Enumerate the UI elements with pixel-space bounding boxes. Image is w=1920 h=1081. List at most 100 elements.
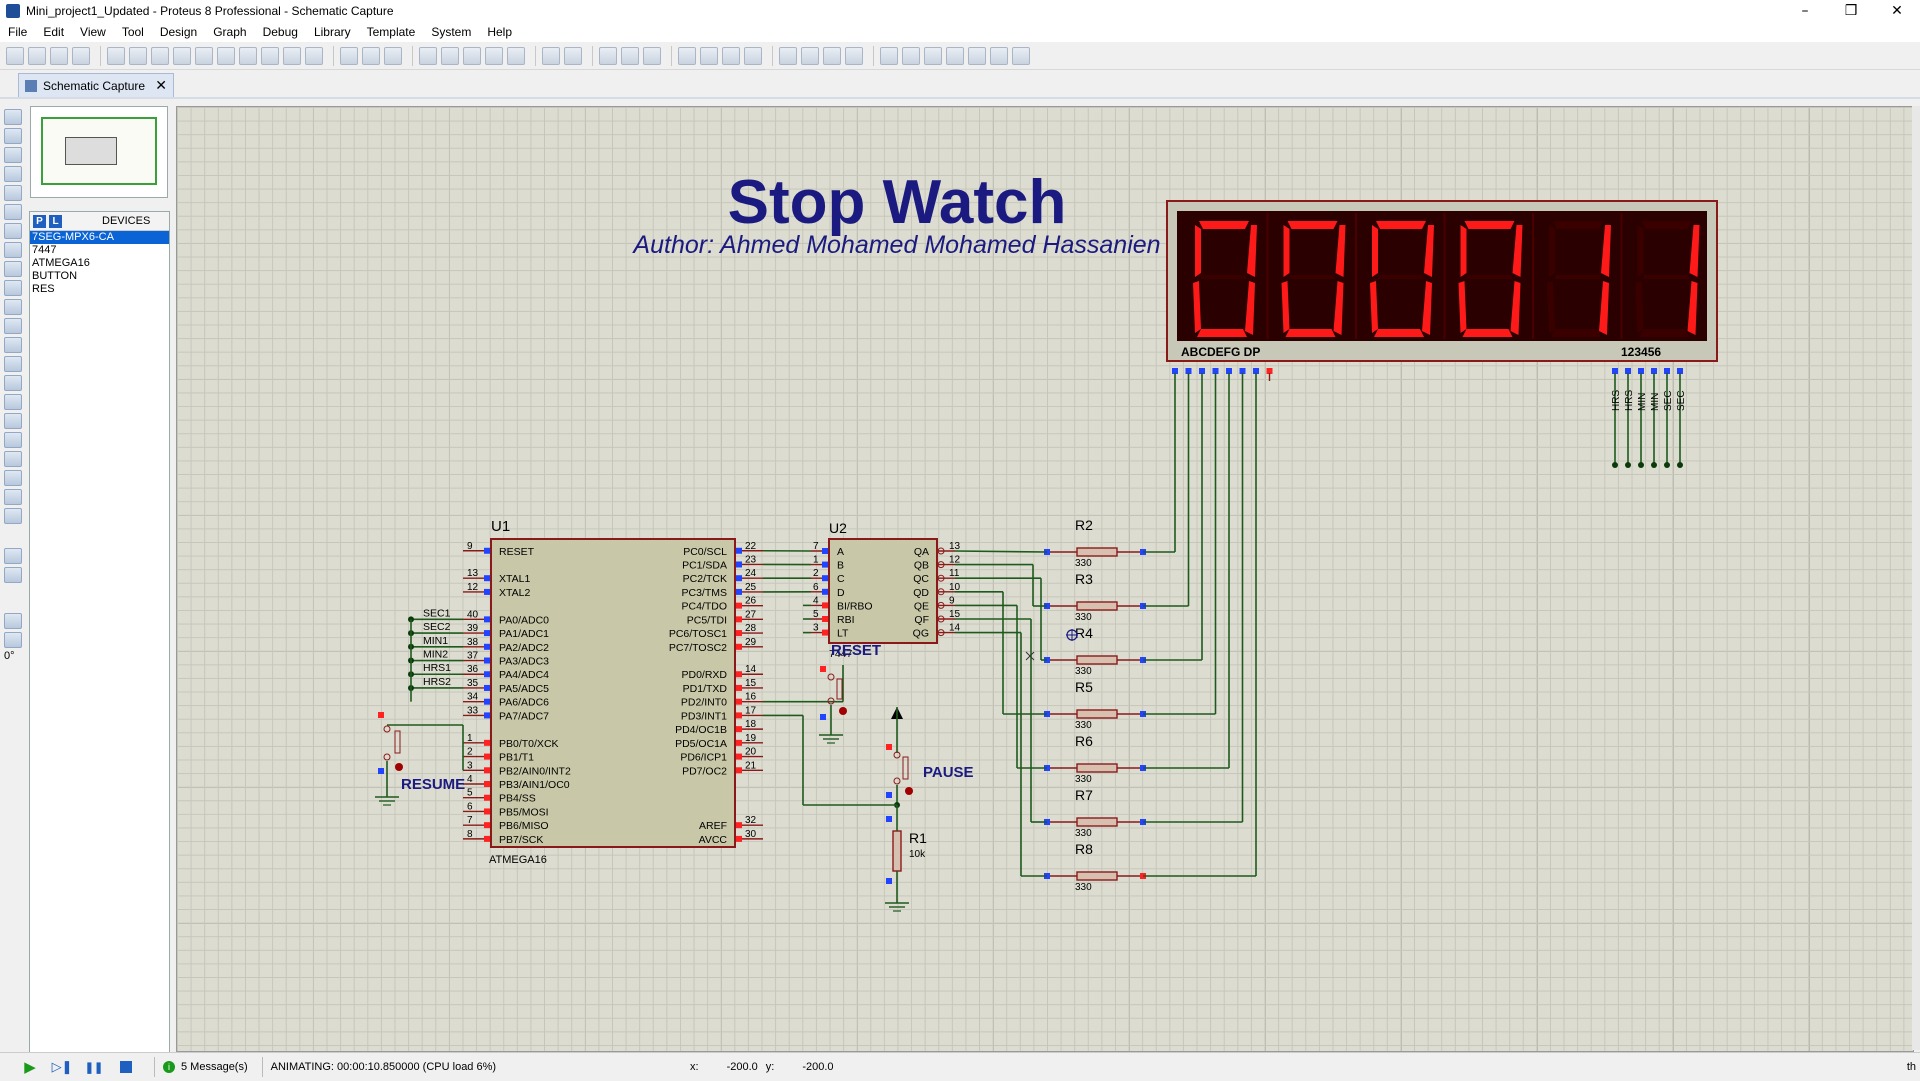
home-icon[interactable] [107,47,125,65]
device-item[interactable]: RES [30,283,169,296]
undo-icon[interactable] [542,47,560,65]
pcb-icon[interactable] [151,47,169,65]
buses-icon[interactable] [4,204,22,220]
subcircuit-icon[interactable] [4,223,22,239]
zoom-out-icon[interactable] [463,47,481,65]
menu-template[interactable]: Template [359,25,424,39]
rotate-cw-icon[interactable] [4,548,22,564]
circle-icon[interactable] [4,413,22,429]
junction-dot-icon[interactable] [4,147,22,163]
copy-icon[interactable] [621,47,639,65]
save-icon[interactable] [50,47,68,65]
graph-mode-icon[interactable] [4,280,22,296]
package-tool-icon[interactable] [823,47,841,65]
selection-mode-icon[interactable] [4,109,22,125]
pan-icon[interactable] [419,47,437,65]
virtual-instruments-icon[interactable] [4,356,22,372]
close-button[interactable]: ✕ [1874,0,1920,22]
refresh-icon[interactable] [340,47,358,65]
menu-help[interactable]: Help [479,25,520,39]
menu-debug[interactable]: Debug [255,25,306,39]
back-icon[interactable] [173,47,191,65]
block-move-icon[interactable] [700,47,718,65]
step-icon[interactable]: ▷❚ [54,1059,70,1075]
device-item[interactable]: 7447 [30,244,169,257]
terminals-icon[interactable] [4,242,22,258]
library-manager-button[interactable]: L [49,215,62,228]
generator-icon[interactable] [4,318,22,334]
zoom-area-icon[interactable] [507,47,525,65]
path-icon[interactable] [4,451,22,467]
menu-graph[interactable]: Graph [205,25,254,39]
stop-icon[interactable] [120,1061,132,1073]
electrical-rules-icon[interactable] [1012,47,1030,65]
pause-icon[interactable]: ❚❚ [86,1059,102,1075]
overview-window[interactable] [30,106,168,198]
new-sheet-icon[interactable] [946,47,964,65]
rotate-ccw-icon[interactable] [4,567,22,583]
origin-icon[interactable] [384,47,402,65]
source-icon[interactable] [283,47,301,65]
component-mode-icon[interactable] [4,128,22,144]
make-device-icon[interactable] [801,47,819,65]
zoom-all-icon[interactable] [485,47,503,65]
menu-tool[interactable]: Tool [114,25,152,39]
help-icon[interactable] [305,47,323,65]
remove-sheet-icon[interactable] [968,47,986,65]
bom-icon[interactable] [239,47,257,65]
device-pins-icon[interactable] [4,261,22,277]
property-tool-icon[interactable] [924,47,942,65]
decompose-icon[interactable] [845,47,863,65]
menu-library[interactable]: Library [306,25,359,39]
messages-indicator[interactable]: i 5 Message(s) [154,1057,248,1077]
menu-file[interactable]: File [0,25,35,39]
wire-label-icon[interactable] [4,166,22,182]
text-script-icon[interactable] [4,185,22,201]
menu-design[interactable]: Design [152,25,205,39]
device-item[interactable]: 7SEG-MPX6-CA [30,231,169,244]
zoom-in-icon[interactable] [441,47,459,65]
block-rotate-icon[interactable] [722,47,740,65]
gerber-icon[interactable] [217,47,235,65]
symbol-icon[interactable] [4,489,22,505]
schematic-drawing[interactable]: ABCDEFG DP123456HRSHRSMINMINSECSECU1ATME… [177,107,1913,1051]
search-icon[interactable] [902,47,920,65]
grid-icon[interactable] [362,47,380,65]
tab-close-icon[interactable]: ✕ [155,78,167,94]
marker-icon[interactable] [4,508,22,524]
device-item[interactable]: BUTTON [30,270,169,283]
vertical-scrollbar[interactable] [1912,106,1920,1050]
pick-devices-button[interactable]: P [33,215,46,228]
schematic-icon[interactable] [129,47,147,65]
wire-autorouter-icon[interactable] [880,47,898,65]
tab-schematic-capture[interactable]: Schematic Capture ✕ [18,73,174,97]
import-icon[interactable] [72,47,90,65]
pick-device-icon[interactable] [779,47,797,65]
menu-view[interactable]: View [72,25,114,39]
schematic-canvas[interactable]: Stop Watch Author: Ahmed Mohamed Mohamed… [176,106,1914,1052]
text-icon[interactable] [4,470,22,486]
mirror-x-icon[interactable] [4,613,22,629]
notes-icon[interactable] [261,47,279,65]
maximize-button[interactable]: ❒ [1828,0,1874,22]
arc-icon[interactable] [4,432,22,448]
device-item[interactable]: ATMEGA16 [30,257,169,270]
block-copy-icon[interactable] [678,47,696,65]
menu-system[interactable]: System [423,25,479,39]
tape-recorder-icon[interactable] [4,299,22,315]
rotation-angle[interactable]: 0° [4,650,15,662]
3d-icon[interactable] [195,47,213,65]
redo-icon[interactable] [564,47,582,65]
play-icon[interactable]: ▶ [22,1059,38,1075]
paste-icon[interactable] [643,47,661,65]
mirror-y-icon[interactable] [4,632,22,648]
box-icon[interactable] [4,394,22,410]
voltage-probe-icon[interactable] [4,337,22,353]
minimize-button[interactable]: – [1782,0,1828,22]
menu-edit[interactable]: Edit [35,25,72,39]
open-icon[interactable] [28,47,46,65]
line-icon[interactable] [4,375,22,391]
exit-to-parent-icon[interactable] [990,47,1008,65]
block-delete-icon[interactable] [744,47,762,65]
cut-icon[interactable] [599,47,617,65]
